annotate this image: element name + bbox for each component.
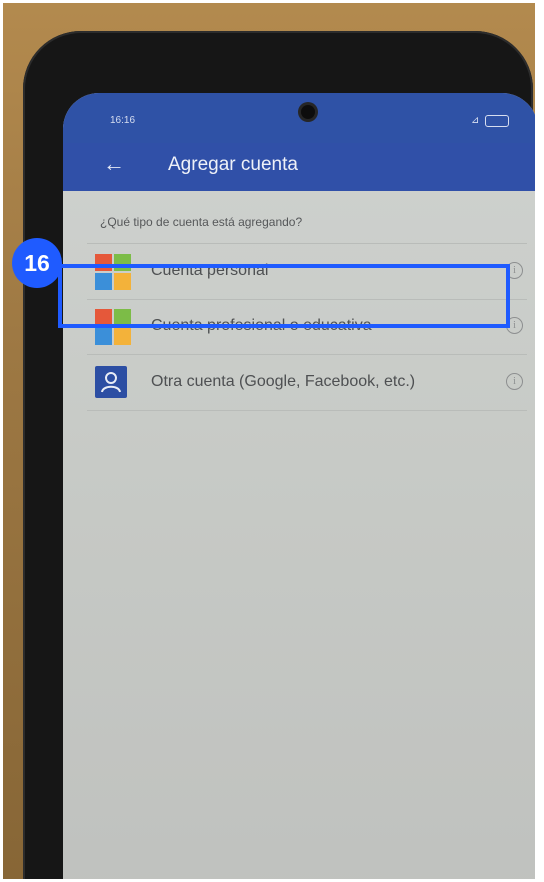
status-time: 16:16 xyxy=(110,115,136,126)
app-bar: ← Agregar cuenta xyxy=(63,143,535,191)
back-arrow-icon[interactable]: ← xyxy=(103,151,125,177)
info-icon[interactable]: i xyxy=(506,373,523,390)
front-camera-icon xyxy=(301,105,315,119)
status-bar: 16:16 ⊿ xyxy=(63,93,535,143)
step-number-badge: 16 xyxy=(12,238,62,288)
photo-background: 16:16 ⊿ ← Agregar cuenta ¿Qué tipo de cu… xyxy=(3,3,535,879)
account-option-other[interactable]: Otra cuenta (Google, Facebook, etc.) i xyxy=(87,355,527,411)
account-type-prompt: ¿Qué tipo de cuenta está agregando? xyxy=(100,215,303,229)
page-title: Agregar cuenta xyxy=(168,154,298,175)
account-option-label: Otra cuenta (Google, Facebook, etc.) xyxy=(151,373,416,390)
step-highlight-box xyxy=(58,264,510,328)
phone-screen: 16:16 ⊿ ← Agregar cuenta ¿Qué tipo de cu… xyxy=(63,93,535,879)
person-icon xyxy=(95,366,127,398)
battery-icon xyxy=(485,115,509,127)
phone-frame: 16:16 ⊿ ← Agregar cuenta ¿Qué tipo de cu… xyxy=(23,31,535,879)
signal-icon: ⊿ xyxy=(471,115,480,126)
